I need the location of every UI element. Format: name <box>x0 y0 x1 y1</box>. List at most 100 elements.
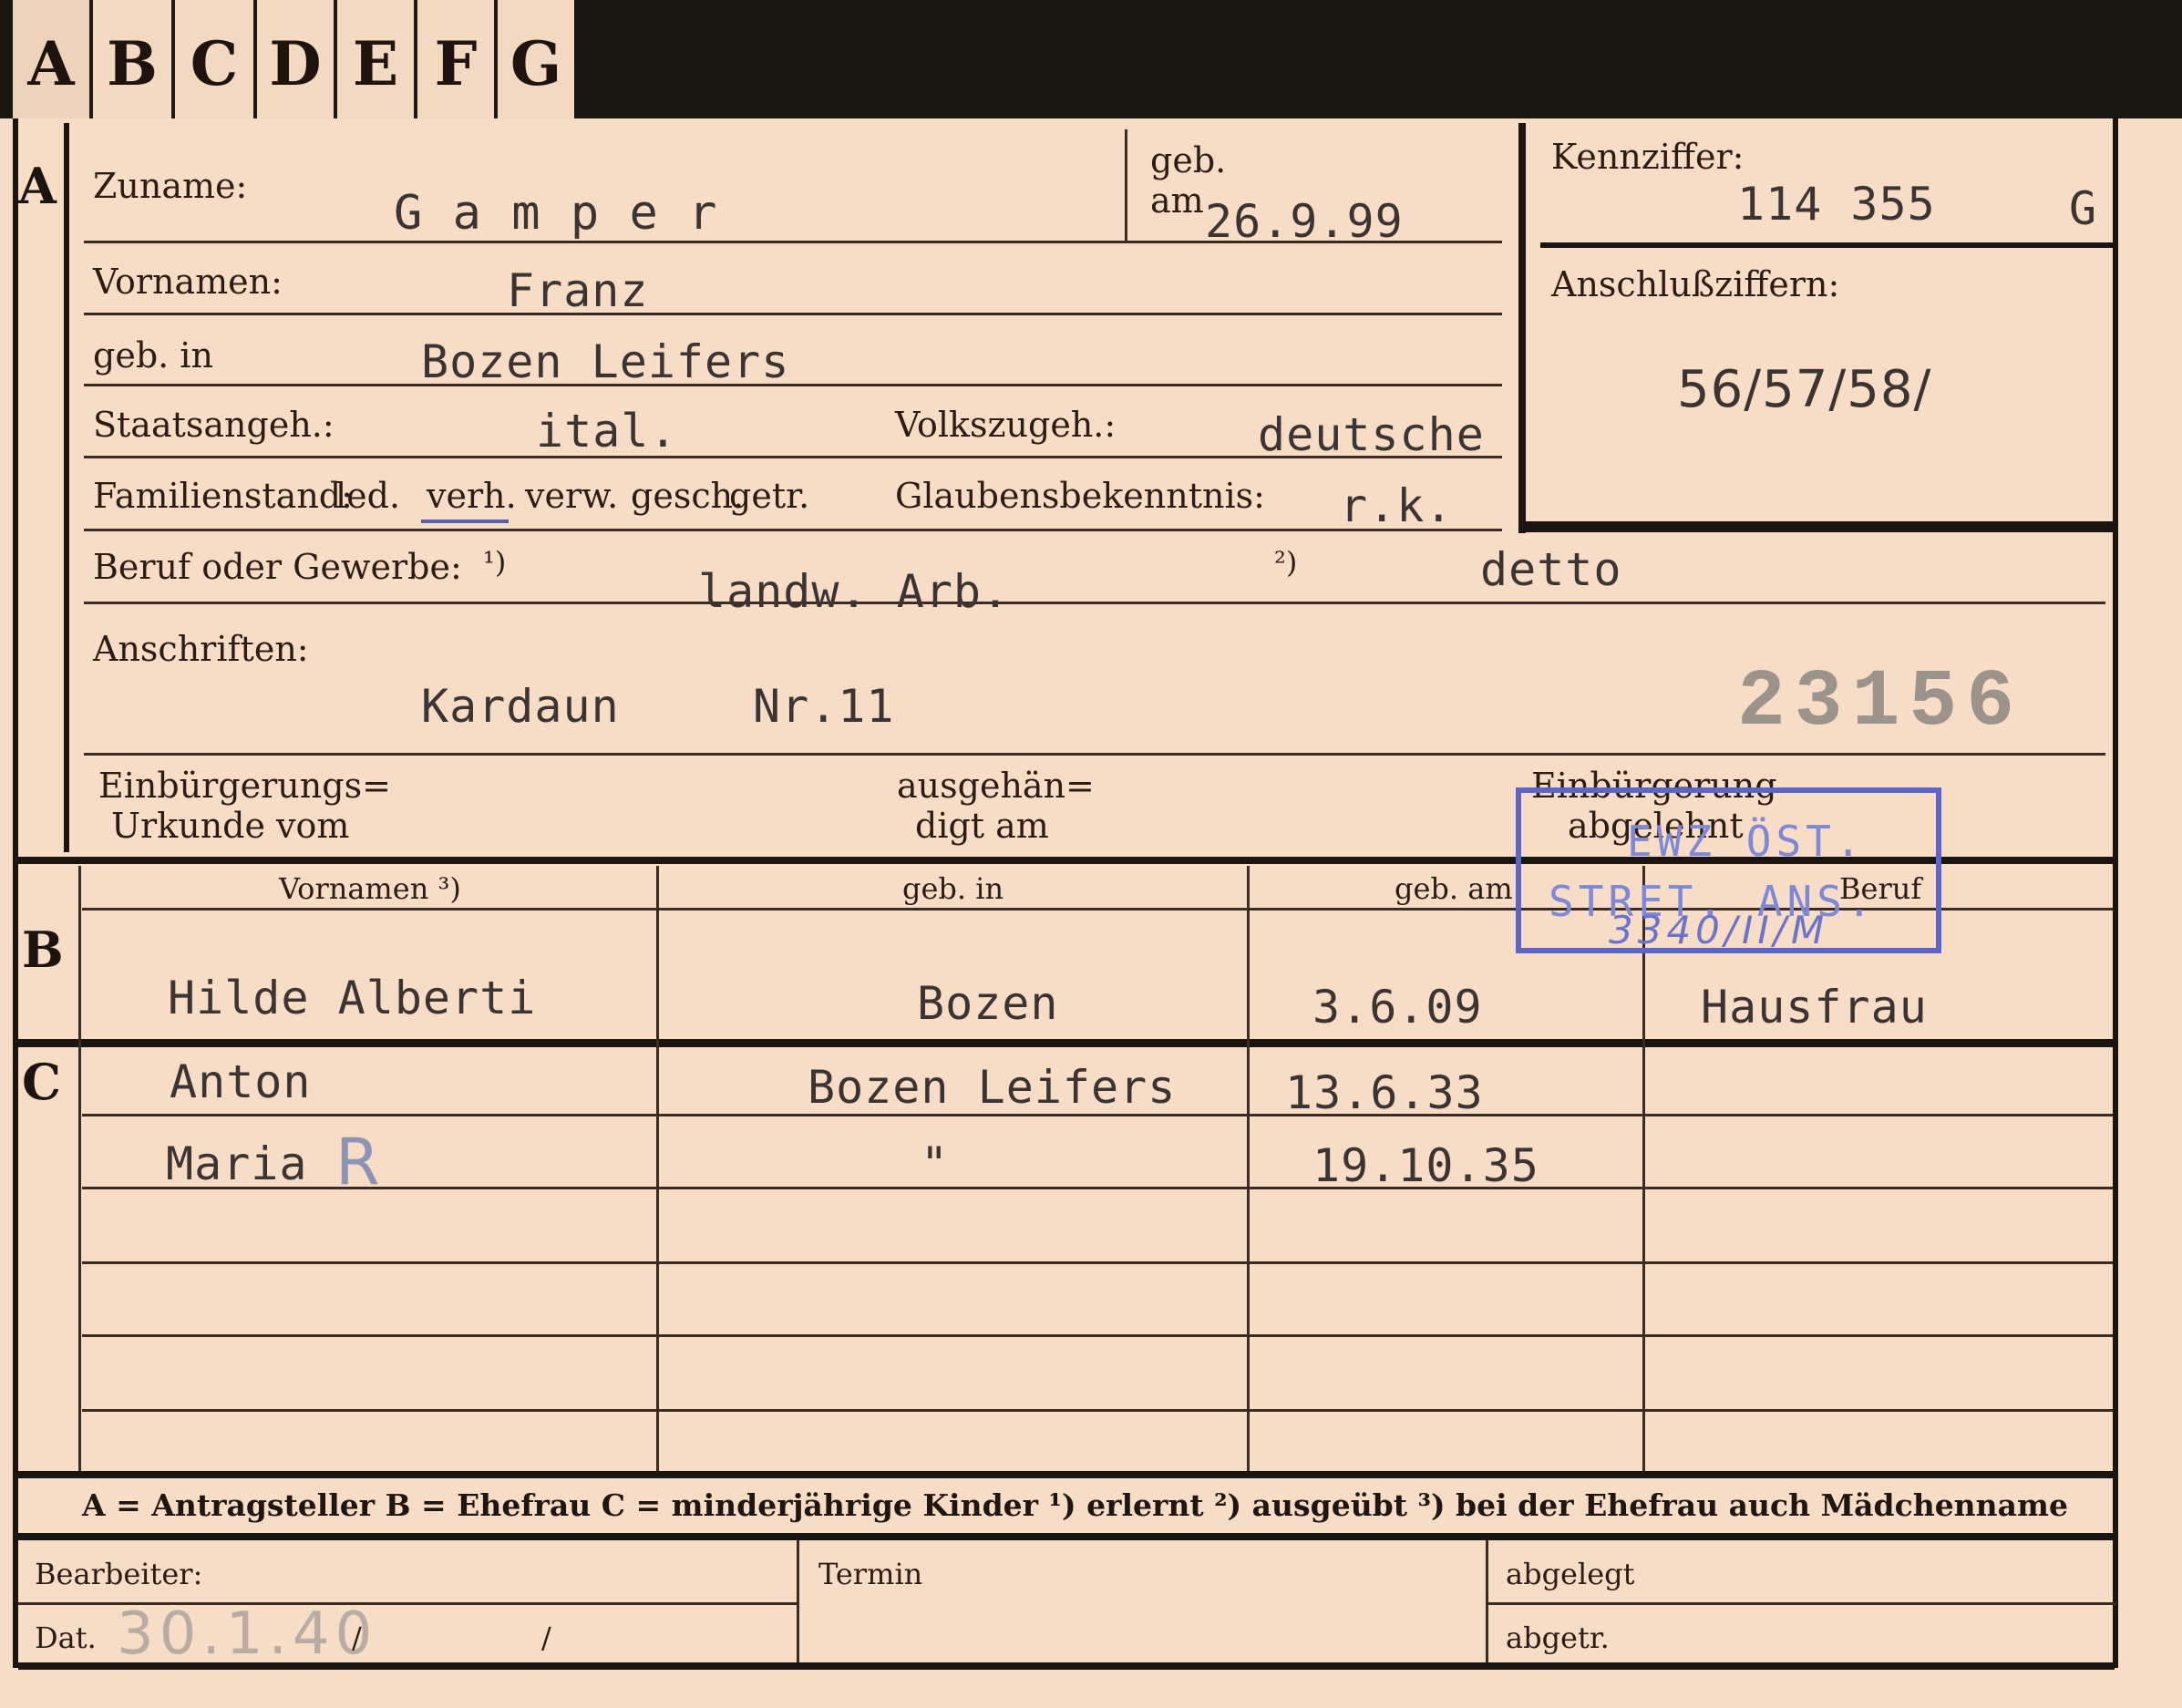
surname-label: Zuname: <box>93 166 248 206</box>
religion-label: Glaubensbekenntnis: <box>895 476 1265 516</box>
left-border <box>13 118 18 1668</box>
child-2-name: Maria <box>166 1137 308 1190</box>
occupation-label: Beruf oder Gewerbe: <box>93 547 462 587</box>
marital-option-separated: getr. <box>729 476 810 516</box>
wife-occupation: Hausfrau <box>1701 981 1928 1034</box>
reference-box-bottom <box>1518 521 2116 532</box>
stamp-line-1: EWZ ÖST. <box>1627 817 1866 866</box>
footer-right-divider <box>1487 1602 2116 1605</box>
legend-top-rule <box>18 1471 2115 1478</box>
occupation-learned-value: landw. Arb. <box>698 565 1011 618</box>
birthplace-label: geb. in <box>93 335 213 376</box>
religion-value: r.k. <box>1340 479 1454 532</box>
child-row-line-1 <box>82 1114 2113 1116</box>
index-tab-label: F <box>434 28 478 99</box>
wife-birthplace: Bozen <box>917 977 1059 1030</box>
section-letter-c: C <box>22 1053 61 1111</box>
handed-out-label: ausgehän= <box>897 766 1095 806</box>
index-tab-b[interactable]: B <box>93 0 175 118</box>
date-value: 30.1.40 <box>117 1600 378 1668</box>
occupation-practised-value: detto <box>1480 543 1622 596</box>
marital-label: Familienstand: <box>93 476 353 516</box>
marital-option-married: verh. <box>427 476 517 516</box>
naturalization-cert-label: Einbürgerungs= <box>98 766 391 806</box>
index-tab-label: E <box>352 28 399 99</box>
address-number-value: Nr.11 <box>753 680 895 733</box>
index-tab-label: C <box>190 28 239 99</box>
table-col-3 <box>1642 866 1645 1471</box>
wife-name: Hilde Alberti <box>168 972 537 1024</box>
child-row-line-5 <box>82 1409 2113 1412</box>
stamp-handwritten: 3340/II/M <box>1609 908 1829 952</box>
married-underline-mark <box>421 520 509 523</box>
child-2-birthdate: 19.10.35 <box>1312 1139 1539 1192</box>
date-slash-2: / <box>541 1621 551 1655</box>
wife-birthdate: 3.6.09 <box>1312 981 1483 1034</box>
marital-underline <box>84 529 1502 531</box>
sent-label: abgetr. <box>1506 1621 1610 1655</box>
right-border <box>2113 118 2118 1668</box>
naturalization-cert-label-2: Urkunde vom <box>111 806 350 846</box>
footer-col-1 <box>797 1540 799 1668</box>
code-value: 114 355 <box>1737 178 1936 231</box>
address-underline <box>84 753 2105 756</box>
reference-box-left <box>1518 123 1526 533</box>
section-letter-a: A <box>18 157 57 215</box>
section-c-top-rule <box>18 1039 2115 1047</box>
legend-text: A = Antragsteller B = Ehefrau C = minder… <box>82 1487 2068 1523</box>
citizenship-value: ital. <box>536 405 678 458</box>
occupation-mark-1: ¹) <box>483 545 507 580</box>
child-row-line-2 <box>82 1187 2113 1189</box>
index-tab-d[interactable]: D <box>257 0 337 118</box>
marital-option-divorced: gesch. <box>631 476 745 516</box>
index-tab-a[interactable]: A <box>13 0 93 118</box>
occupation-underline <box>84 602 2105 604</box>
surname-value: G a m p e r <box>394 186 718 241</box>
linked-value: 56/57/58/ <box>1677 360 1932 419</box>
child-row-line-3 <box>82 1261 2113 1264</box>
index-tab-e[interactable]: E <box>337 0 417 118</box>
header-birthplace: geb. in <box>902 871 1004 906</box>
birthdate-value: 26.9.99 <box>1205 195 1404 248</box>
section-letter-b: B <box>22 921 64 979</box>
child-1-birthdate: 13.6.33 <box>1285 1066 1484 1119</box>
birthplace-underline <box>84 384 1502 386</box>
child-row-line-4 <box>82 1334 2113 1337</box>
handed-out-label-2: digt am <box>915 806 1049 846</box>
processor-label: Bearbeiter: <box>35 1557 203 1591</box>
filed-label: abgelegt <box>1506 1557 1635 1591</box>
marital-option-single: led. <box>335 476 401 516</box>
table-col-left <box>78 866 81 1471</box>
occupation-mark-2: ²) <box>1274 545 1298 580</box>
date-slash-1: / <box>352 1621 362 1655</box>
file-number-stamp: 23156 <box>1737 658 2024 748</box>
citizenship-label: Staatsangeh.: <box>93 405 335 445</box>
table-col-1 <box>656 866 659 1471</box>
index-tab-c[interactable]: C <box>175 0 257 118</box>
index-tab-label: D <box>269 28 322 99</box>
table-col-2 <box>1247 866 1250 1471</box>
office-stamp: EWZ ÖST. STRET. ANS. 3340/II/M <box>1516 787 1941 953</box>
index-tab-label: B <box>107 28 158 99</box>
code-suffix: G <box>2069 182 2098 235</box>
child-1-name: Anton <box>170 1055 312 1108</box>
birthdate-divider <box>1125 129 1127 241</box>
index-tab-label: A <box>27 28 75 99</box>
address-place-value: Kardaun <box>421 680 620 733</box>
ethnicity-label: Volkszugeh.: <box>895 405 1117 445</box>
legend-bottom-rule <box>18 1533 2115 1540</box>
birthplace-value: Bozen Leifers <box>421 335 790 388</box>
index-tab-g[interactable]: G <box>498 0 574 118</box>
born-on-label-2: am <box>1150 180 1204 221</box>
givennames-underline <box>84 313 1502 315</box>
index-tab-f[interactable]: F <box>417 0 498 118</box>
linked-label: Anschlußziffern: <box>1551 264 1840 304</box>
index-tab-label: G <box>509 28 562 99</box>
given-names-value: Franz <box>507 264 649 317</box>
marital-option-widowed: verw. <box>525 476 619 516</box>
date-label: Dat. <box>35 1621 97 1655</box>
born-on-label: geb. <box>1150 140 1227 180</box>
reference-divider <box>1540 242 2113 248</box>
section-a-margin-line <box>64 123 69 852</box>
deadline-label: Termin <box>818 1557 923 1591</box>
